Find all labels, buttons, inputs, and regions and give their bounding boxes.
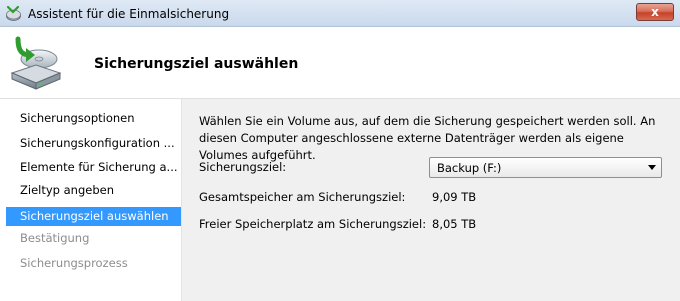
free-space-label: Freier Speicherplatz am Sicherungsziel:	[199, 217, 427, 231]
close-icon: x	[651, 5, 659, 19]
title-bar[interactable]: Assistent für die Einmalsicherung x	[0, 0, 680, 27]
backup-drive-icon	[10, 36, 62, 90]
wizard-header: Sicherungsziel auswählen	[0, 27, 680, 99]
step-bestaetigung: Bestätigung	[20, 231, 90, 245]
page-title: Sicherungsziel auswählen	[94, 56, 299, 72]
step-sicherungskonfiguration[interactable]: Sicherungskonfiguration ...	[6, 134, 181, 153]
free-space-value: 8,05 TB	[432, 217, 477, 231]
close-button[interactable]: x	[636, 3, 674, 21]
wizard-content: Wählen Sie ein Volume aus, auf dem die S…	[181, 99, 680, 301]
backup-target-dropdown[interactable]: Backup (F:)	[429, 157, 662, 178]
step-zieltyp-angeben[interactable]: Zieltyp angeben	[6, 181, 181, 200]
step-sicherungsprozess: Sicherungsprozess	[20, 256, 128, 270]
backup-wizard-window: Assistent für die Einmalsicherung x Sich…	[0, 0, 680, 301]
total-storage-label: Gesamtspeicher am Sicherungsziel:	[199, 190, 406, 204]
wizard-steps-sidebar: Sicherungsoptionen Sicherungskonfigurati…	[0, 99, 181, 301]
step-sicherungsoptionen[interactable]: Sicherungsoptionen	[6, 109, 181, 128]
chevron-down-icon	[648, 165, 656, 170]
window-title: Assistent für die Einmalsicherung	[28, 7, 230, 21]
step-sicherungsziel-auswaehlen[interactable]: Sicherungsziel auswählen	[6, 207, 181, 226]
step-elemente-fuer-sicherung[interactable]: Elemente für Sicherung a...	[6, 158, 181, 177]
total-storage-value: 9,09 TB	[432, 190, 477, 204]
backup-target-label: Sicherungsziel:	[199, 160, 287, 174]
backup-wizard-icon	[6, 5, 21, 21]
backup-target-selected: Backup (F:)	[437, 161, 502, 175]
